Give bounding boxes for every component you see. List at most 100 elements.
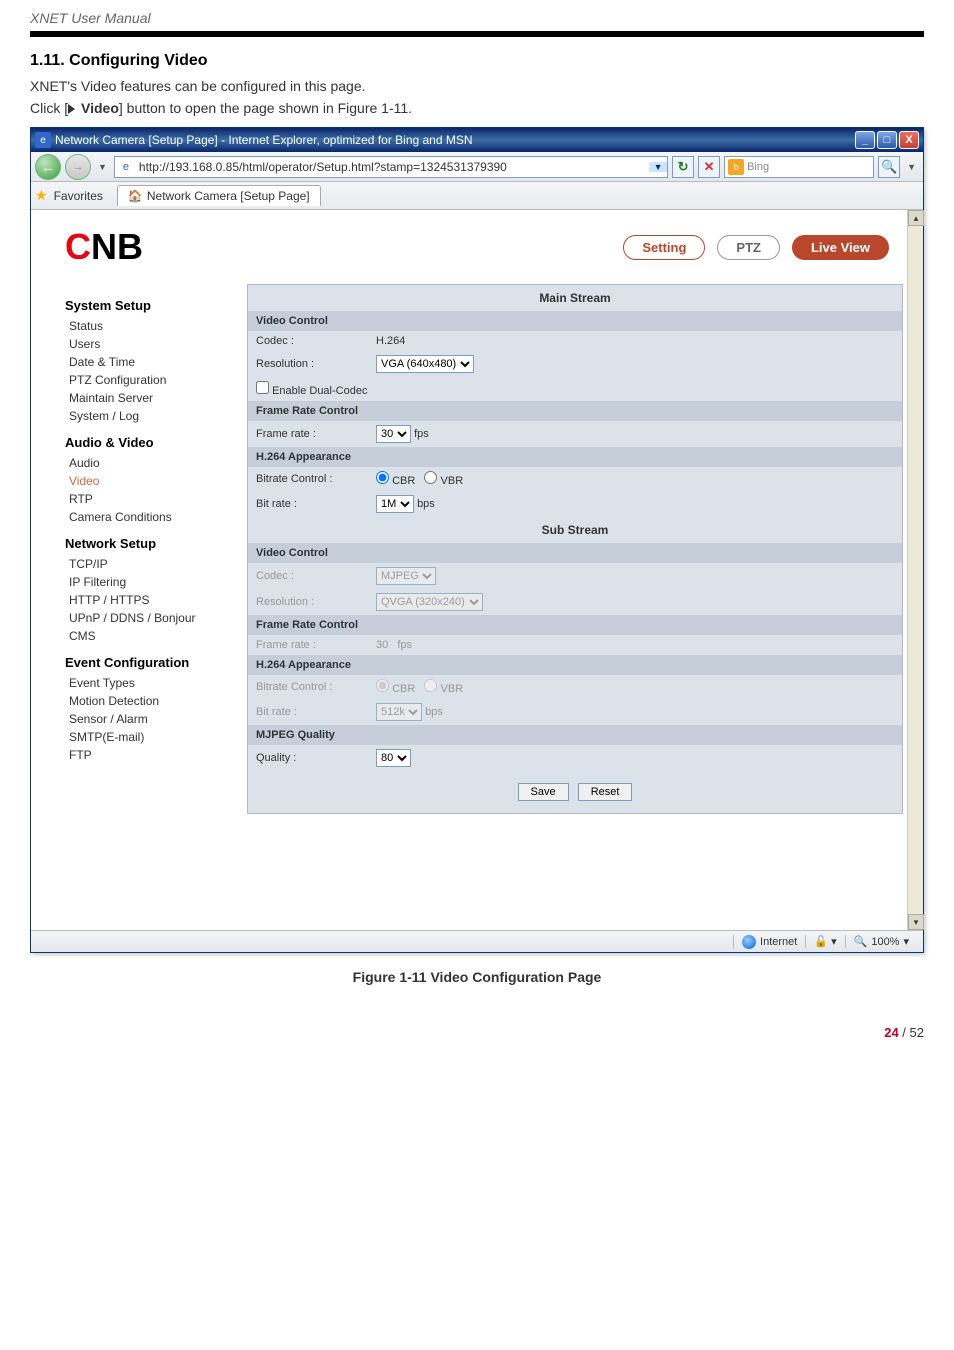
page-icon: e <box>118 159 134 175</box>
sidebar-item-upnp[interactable]: UPnP / DDNS / Bonjour <box>65 609 241 627</box>
sidebar-item-system-log[interactable]: System / Log <box>65 407 241 425</box>
vertical-scrollbar[interactable]: ▴ ▾ <box>907 210 923 930</box>
vbr-label-1: VBR <box>441 475 464 487</box>
forward-button[interactable]: → <box>65 154 91 180</box>
bitrate-select-main[interactable]: 1M <box>376 495 414 513</box>
frame-rate-value-sub: 30 <box>376 639 388 651</box>
frame-rate-label-2: Frame rate : <box>256 639 366 651</box>
sidebar-item-users[interactable]: Users <box>65 335 241 353</box>
setting-button[interactable]: Setting <box>623 235 705 260</box>
scroll-down-icon[interactable]: ▾ <box>908 914 924 930</box>
search-placeholder: Bing <box>747 161 873 173</box>
bing-icon: b <box>728 159 744 175</box>
address-toolbar: ← → ▼ e http://193.168.0.85/html/operato… <box>31 152 923 182</box>
resolution-select-sub: QVGA (320x240) <box>376 593 483 611</box>
sidebar-item-ftp[interactable]: FTP <box>65 746 241 764</box>
frame-rate-select-main[interactable]: 30 <box>376 425 411 443</box>
section-line1: XNET's Video features can be configured … <box>0 78 954 100</box>
figure-caption: Figure 1-11 Video Configuration Page <box>0 953 954 1025</box>
sidebar-item-smtp[interactable]: SMTP(E-mail) <box>65 728 241 746</box>
minimize-button[interactable]: _ <box>855 131 875 149</box>
ptz-button[interactable]: PTZ <box>717 235 780 260</box>
main-stream-header: Main Stream <box>248 285 902 311</box>
browser-tab[interactable]: 🏠 Network Camera [Setup Page] <box>117 185 321 206</box>
sidebar-item-ptz-config[interactable]: PTZ Configuration <box>65 371 241 389</box>
bitrate-select-sub: 512k <box>376 703 422 721</box>
search-dropdown[interactable]: ▼ <box>904 162 919 172</box>
live-view-button[interactable]: Live View <box>792 235 889 260</box>
address-dropdown[interactable]: ▼ <box>649 162 667 172</box>
status-zoom[interactable]: 🔍 100% ▾ <box>845 935 917 948</box>
tab-icon: 🏠 <box>128 189 143 203</box>
browser-window: e Network Camera [Setup Page] - Internet… <box>30 127 924 953</box>
sidebar-item-audio[interactable]: Audio <box>65 454 241 472</box>
sidebar-item-sensor[interactable]: Sensor / Alarm <box>65 710 241 728</box>
save-button[interactable]: Save <box>518 783 569 801</box>
quality-select[interactable]: 80 <box>376 749 411 767</box>
page-number: 24 / 52 <box>0 1025 954 1058</box>
bitrate-control-label-1: Bitrate Control : <box>256 473 366 485</box>
cbr-radio-sub <box>376 679 389 692</box>
sidebar-item-video[interactable]: Video <box>65 472 241 490</box>
globe-icon <box>742 935 756 949</box>
resolution-select-main[interactable]: VGA (640x480) <box>376 355 474 373</box>
page-content: ▴ ▾ CNB Setting PTZ Live View System Set… <box>31 210 923 930</box>
favorites-star-icon[interactable]: ★ <box>35 187 48 204</box>
favorites-bar: ★ Favorites 🏠 Network Camera [Setup Page… <box>31 182 923 210</box>
search-box[interactable]: b Bing <box>724 156 874 178</box>
refresh-button[interactable]: ↻ <box>672 156 694 178</box>
sidebar-item-event-types[interactable]: Event Types <box>65 674 241 692</box>
quality-label: Quality : <box>256 752 366 764</box>
title-bar[interactable]: e Network Camera [Setup Page] - Internet… <box>31 128 923 152</box>
vbr-radio-sub <box>424 679 437 692</box>
enable-dual-codec-checkbox[interactable] <box>256 381 269 394</box>
sidebar-item-http[interactable]: HTTP / HTTPS <box>65 591 241 609</box>
stop-button[interactable]: ✕ <box>698 156 720 178</box>
reset-button[interactable]: Reset <box>578 783 633 801</box>
sidebar-item-rtp[interactable]: RTP <box>65 490 241 508</box>
sub-stream-header: Sub Stream <box>248 517 902 543</box>
search-button[interactable]: 🔍 <box>878 156 900 178</box>
enable-dual-label: Enable Dual-Codec <box>272 385 367 397</box>
fps-label-2: fps <box>397 639 412 651</box>
sidebar: System Setup Status Users Date & Time PT… <box>41 278 241 834</box>
config-panel: Main Stream Video Control Codec : H.264 … <box>241 278 913 834</box>
sidebar-item-cms[interactable]: CMS <box>65 627 241 645</box>
header-divider <box>30 31 924 37</box>
bitrate-control-label-2: Bitrate Control : <box>256 681 366 693</box>
tab-label: Network Camera [Setup Page] <box>147 189 310 203</box>
status-protected-mode[interactable]: 🔓 ▾ <box>805 935 844 948</box>
resolution-label-2: Resolution : <box>256 596 366 608</box>
sidebar-item-maintain[interactable]: Maintain Server <box>65 389 241 407</box>
status-bar: Internet 🔓 ▾ 🔍 100% ▾ <box>31 930 923 952</box>
group-network-setup: Network Setup <box>65 536 241 551</box>
address-text: http://193.168.0.85/html/operator/Setup.… <box>137 160 649 174</box>
bitrate-label-1: Bit rate : <box>256 498 366 510</box>
frame-rate-label-1: Frame rate : <box>256 428 366 440</box>
close-button[interactable]: X <box>899 131 919 149</box>
nav-history-dropdown[interactable]: ▼ <box>95 162 110 172</box>
triangle-icon <box>68 104 75 114</box>
codec-select-sub: MJPEG <box>376 567 436 585</box>
sidebar-item-status[interactable]: Status <box>65 317 241 335</box>
ie-icon: e <box>35 132 51 148</box>
resolution-label-1: Resolution : <box>256 358 366 370</box>
sidebar-item-date-time[interactable]: Date & Time <box>65 353 241 371</box>
sidebar-item-ip-filter[interactable]: IP Filtering <box>65 573 241 591</box>
scroll-up-icon[interactable]: ▴ <box>908 210 924 226</box>
frame-rate-header-1: Frame Rate Control <box>248 401 902 421</box>
status-zone: Internet <box>733 935 805 949</box>
sidebar-item-motion[interactable]: Motion Detection <box>65 692 241 710</box>
fps-label-1: fps <box>414 428 429 440</box>
back-button[interactable]: ← <box>35 154 61 180</box>
sidebar-item-tcpip[interactable]: TCP/IP <box>65 555 241 573</box>
cbr-radio-main[interactable] <box>376 471 389 484</box>
sidebar-item-camera-cond[interactable]: Camera Conditions <box>65 508 241 526</box>
vbr-radio-main[interactable] <box>424 471 437 484</box>
video-control-header-2: Video Control <box>248 543 902 563</box>
bps-label-2: bps <box>425 706 443 718</box>
address-bar[interactable]: e http://193.168.0.85/html/operator/Setu… <box>114 156 668 178</box>
h264-appearance-header-1: H.264 Appearance <box>248 447 902 467</box>
maximize-button[interactable]: □ <box>877 131 897 149</box>
favorites-label: Favorites <box>54 189 103 203</box>
